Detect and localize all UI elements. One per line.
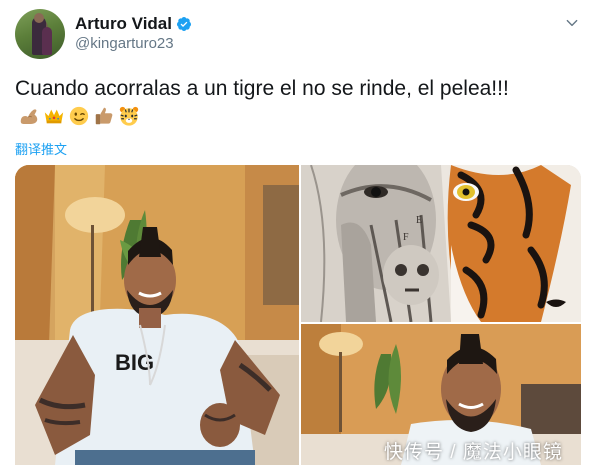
display-name[interactable]: Arturo Vidal — [75, 14, 172, 34]
photo-tiger-sketch: F E — [301, 165, 581, 322]
name-row: Arturo Vidal — [75, 14, 192, 34]
tweet-text: Cuando acorralas a un tigre el no se rin… — [15, 74, 575, 132]
tweet-header: Arturo Vidal @kingarturo23 — [0, 0, 595, 64]
translate-tweet-link[interactable]: 翻译推文 — [15, 139, 67, 158]
media-photo-drawing[interactable]: F E — [301, 165, 581, 322]
emoji-row — [18, 105, 140, 127]
finger-letter: E — [416, 215, 422, 226]
winking-face-emoji — [69, 106, 89, 126]
media-grid: BIG F E 快传号 / 魔法小眼镜 — [15, 165, 581, 465]
verified-badge-icon — [176, 17, 191, 31]
finger-letter: F — [403, 232, 409, 243]
chevron-down-icon[interactable] — [565, 16, 579, 30]
watermark-text: 快传号 / 魔法小眼镜 — [384, 442, 563, 463]
photo-seated-man: BIG — [15, 165, 299, 465]
user-handle[interactable]: @kingarturo23 — [75, 35, 174, 52]
media-photo-main[interactable]: BIG — [15, 165, 299, 465]
thumbs-up-emoji — [95, 107, 113, 125]
flexed-biceps-emoji — [20, 109, 38, 124]
avatar-figure-child — [42, 27, 52, 55]
avatar[interactable] — [15, 9, 65, 59]
tweet-body: Cuando acorralas a un tigre el no se rin… — [15, 77, 509, 100]
avatar-head — [34, 13, 44, 23]
tiger-face-emoji — [119, 106, 139, 126]
crown-emoji — [44, 109, 64, 124]
